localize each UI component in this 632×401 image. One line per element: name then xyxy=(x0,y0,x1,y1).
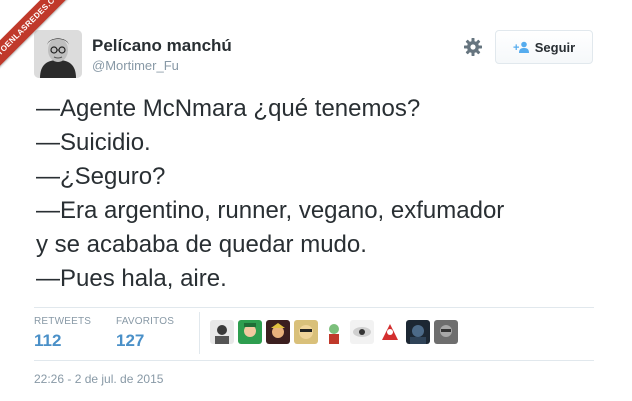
user-avatar[interactable] xyxy=(34,30,82,78)
tweet-line: —¿Seguro? xyxy=(36,163,166,190)
tweet-timestamp[interactable]: 22:26 - 2 de jul. de 2015 xyxy=(34,372,163,386)
user-handle[interactable]: @Mortimer_Fu xyxy=(92,58,179,73)
follow-button[interactable]: + Seguir xyxy=(495,30,593,64)
retweets-count: 112 xyxy=(34,331,62,350)
tweet-header: Pelícano manchú @Mortimer_Fu + Seguir xyxy=(0,0,632,86)
follow-label: Seguir xyxy=(534,39,576,55)
stats-separator xyxy=(199,312,200,354)
favorites-count: 127 xyxy=(116,331,145,350)
favoriter-avatar[interactable] xyxy=(294,320,318,344)
stats-top-divider xyxy=(34,307,594,308)
tweet-line: —Suicidio. xyxy=(36,129,151,156)
retweets-label: RETWEETS xyxy=(34,316,92,327)
favoriters-avatar-list xyxy=(210,320,458,344)
favoriter-avatar[interactable] xyxy=(434,320,458,344)
user-display-name[interactable]: Pelícano manchú xyxy=(92,36,232,56)
tweet-card: VISTOENLASREDES.COM Pelícano manchú @Mor… xyxy=(0,0,632,401)
favoriter-avatar[interactable] xyxy=(406,320,430,344)
favoriter-avatar[interactable] xyxy=(238,320,262,344)
svg-text:+: + xyxy=(513,42,519,53)
favoriter-avatar[interactable] xyxy=(378,320,402,344)
favorites-stat[interactable]: FAVORITOS 127 xyxy=(116,316,174,351)
tweet-text: —Agente McNmara ¿qué tenemos? —Suicidio.… xyxy=(36,92,606,296)
favoriter-avatar[interactable] xyxy=(350,320,374,344)
tweet-line: —Era argentino, runner, vegano, exfumado… xyxy=(36,197,505,224)
tweet-line: y se acababa de quedar mudo. xyxy=(36,231,367,258)
favoriter-avatar[interactable] xyxy=(266,320,290,344)
tweet-line: —Agente McNmara ¿qué tenemos? xyxy=(36,95,421,122)
user-avatar-photo-icon xyxy=(34,30,82,78)
favorites-label: FAVORITOS xyxy=(116,316,175,327)
favoriter-avatar[interactable] xyxy=(210,320,234,344)
retweets-stat[interactable]: RETWEETS 112 xyxy=(34,316,91,351)
stats-bottom-divider xyxy=(34,360,594,361)
tweet-line: —Pues hala, aire. xyxy=(36,265,227,292)
add-user-icon: + xyxy=(513,41,529,53)
favoriter-avatar[interactable] xyxy=(322,320,346,344)
gear-icon[interactable] xyxy=(463,37,483,57)
